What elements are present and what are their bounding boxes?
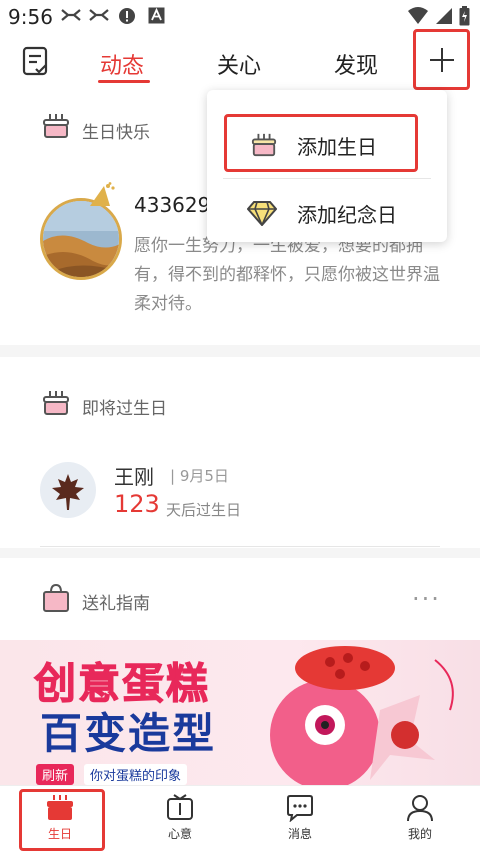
bottom-nav: 生日 心意 消息 我的 [0,785,480,852]
nav-profile[interactable]: 我的 [360,786,480,852]
banner-tag: 你对蛋糕的印象 [84,764,188,785]
gift-card-icon [167,794,193,820]
upcoming-date: | 9月5日 [170,467,229,485]
cake-icon [43,114,69,138]
nav-xinyi[interactable]: 心意 [120,786,240,852]
menu-item-add-anniversary[interactable]: 添加纪念日 [207,180,447,246]
days-count: 123 [114,490,160,518]
plus-icon [429,47,454,72]
wifi-icon [408,7,428,24]
status-bar: 9:56 [0,0,480,32]
tab-guanxin[interactable]: 关心 [217,48,261,80]
tab-faxian[interactable]: 发现 [334,48,378,80]
active-tab-indicator [98,80,150,83]
person-icon [407,795,433,822]
party-hat-icon [90,182,115,206]
gift-banner[interactable]: 创意蛋糕 百变造型 刷新 你对蛋糕的印象 [0,640,480,785]
cake-icon [43,391,69,415]
status-right [407,6,470,26]
gift-section-title: 送礼指南 [82,594,150,614]
menu-item-label: 添加纪念日 [297,202,397,227]
notification-icon [89,9,109,21]
gift-bag-icon [43,583,69,612]
banner-headline-2: 百变造型 [40,709,217,758]
nav-label: 我的 [407,827,432,841]
nav-label: 心意 [167,827,192,841]
status-time: 9:56 [8,5,53,29]
add-button[interactable] [413,29,470,90]
notes-icon[interactable] [22,46,50,76]
alert-icon [119,8,135,24]
desert-photo [43,201,119,277]
maple-leaf-icon [52,474,84,510]
upcoming-person-name[interactable]: 王刚 [114,461,154,490]
cake-illustration [270,646,454,785]
banner-tag: 刷新 [36,764,75,785]
section-divider [0,345,480,357]
diamond-icon [247,201,277,226]
top-header: 动态 关心 发现 [0,29,480,94]
section-divider [0,548,480,558]
tab-dongtai[interactable]: 动态 [100,48,144,80]
nav-label: 消息 [287,827,312,841]
avatar[interactable] [40,198,122,280]
app-icon [148,7,165,24]
more-options-button[interactable]: ··· [412,585,441,613]
signal-icon [436,8,452,24]
nav-messages[interactable]: 消息 [240,786,360,852]
menu-item-highlight [224,114,418,172]
days-suffix: 天后过生日 [166,501,242,519]
upcoming-section-title: 即将过生日 [82,399,167,419]
chat-icon [287,795,313,822]
battery-icon [459,6,470,26]
active-nav-highlight [19,789,105,851]
menu-divider [223,178,431,179]
birthday-section-title: 生日快乐 [82,123,150,143]
row-divider [40,546,440,547]
notification-icon [61,9,81,21]
avatar[interactable] [40,462,96,518]
